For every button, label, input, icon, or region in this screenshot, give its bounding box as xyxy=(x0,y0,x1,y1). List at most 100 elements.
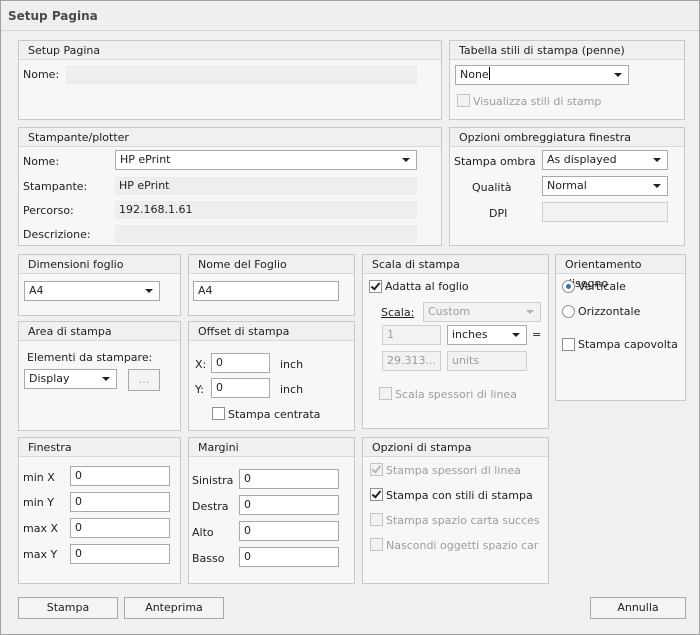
max-x-label: max X xyxy=(23,522,58,535)
plot-area-panel: Area di stampa Elementi da stampare: Dis… xyxy=(18,321,181,431)
orientation-panel: Orientamento disegno Verticale Orizzonta… xyxy=(555,254,686,401)
pen-table-title: Tabella stili di stampa (penne) xyxy=(450,41,684,60)
margin-right-label: Destra xyxy=(192,500,229,513)
window-title: Setup Pagina xyxy=(8,9,98,23)
plot-lineweights-checkbox[interactable] xyxy=(370,463,383,476)
setup-name-field[interactable] xyxy=(66,66,417,84)
min-x-input[interactable]: 0 xyxy=(70,466,170,486)
plot-area-value: Display xyxy=(29,372,70,385)
chevron-down-icon xyxy=(402,158,410,162)
chevron-down-icon xyxy=(614,73,622,77)
plot-paperspace-last-checkbox[interactable] xyxy=(370,513,383,526)
plot-lineweights-label: Stampa spessori di linea xyxy=(386,464,521,477)
plot-scale-panel: Scala di stampa Adatta al foglio Scala: … xyxy=(362,254,549,429)
preview-button[interactable]: Anteprima xyxy=(124,597,224,619)
chevron-down-icon xyxy=(145,289,153,293)
sheet-name-title: Nome del Foglio xyxy=(189,255,354,274)
margin-top-label: Alto xyxy=(192,526,214,539)
plot-area-title: Area di stampa xyxy=(19,322,180,341)
setup-panel: Setup Pagina Nome: xyxy=(18,40,442,120)
chevron-down-icon xyxy=(653,184,661,188)
paper-size-panel: Dimensioni foglio A4 xyxy=(18,254,181,316)
hide-paperspace-objects-label: Nascondi oggetti spazio car xyxy=(386,539,539,552)
min-y-input[interactable]: 0 xyxy=(70,492,170,512)
scale-lineweights-checkbox[interactable] xyxy=(379,387,392,400)
title-bar: Setup Pagina xyxy=(1,1,699,31)
path-value: 192.168.1.61 xyxy=(115,201,417,219)
window-panel-title: Finestra xyxy=(19,438,180,457)
landscape-label: Orizzontale xyxy=(578,305,641,318)
offset-y-label: Y: xyxy=(195,383,204,396)
pen-table-select[interactable]: None xyxy=(455,65,629,85)
shade-plot-select[interactable]: As displayed xyxy=(542,150,668,170)
chevron-down-icon xyxy=(653,158,661,162)
margin-right-input[interactable]: 0 xyxy=(239,495,339,515)
fit-to-paper-checkbox[interactable] xyxy=(369,280,382,293)
shade-options-panel: Opzioni ombreggiatura finestra Stampa om… xyxy=(449,127,685,246)
plot-offset-title: Offset di stampa xyxy=(189,322,354,341)
pen-table-panel: Tabella stili di stampa (penne) None Vis… xyxy=(449,40,685,120)
offset-y-input[interactable]: 0 xyxy=(211,378,270,398)
plot-upside-down-checkbox[interactable] xyxy=(562,338,575,351)
margin-left-input[interactable]: 0 xyxy=(239,469,339,489)
scale-unit-select[interactable]: inches xyxy=(447,325,527,345)
view-pen-styles-checkbox[interactable] xyxy=(457,94,470,107)
chevron-down-icon xyxy=(526,310,534,314)
max-x-input[interactable]: 0 xyxy=(70,518,170,538)
plot-with-styles-checkbox[interactable] xyxy=(370,488,383,501)
cancel-button[interactable]: Annulla xyxy=(590,597,686,619)
plot-with-styles-label: Stampa con stili di stampa xyxy=(386,489,533,502)
check-icon xyxy=(370,280,381,291)
margin-top-input[interactable]: 0 xyxy=(239,521,339,541)
path-label: Percorso: xyxy=(23,204,74,217)
printer-name-value: HP ePrint xyxy=(120,153,171,166)
paper-size-title: Dimensioni foglio xyxy=(19,255,180,274)
sheet-name-input[interactable]: A4 xyxy=(193,281,339,301)
setup-panel-title: Setup Pagina xyxy=(19,41,441,60)
scale-denominator-input[interactable]: 29.313... xyxy=(382,351,441,371)
plot-elements-label: Elementi da stampare: xyxy=(27,351,153,364)
window-panel: Finestra min X 0 min Y 0 max X 0 max Y 0 xyxy=(18,437,181,584)
plot-upside-down-label: Stampa capovolta xyxy=(578,338,678,351)
offset-x-input[interactable]: 0 xyxy=(211,353,270,373)
landscape-radio[interactable] xyxy=(562,305,575,318)
plot-area-select[interactable]: Display xyxy=(24,369,117,389)
description-label: Descrizione: xyxy=(23,228,91,241)
margins-panel: Margini Sinistra 0 Destra 0 Alto 0 Basso… xyxy=(188,437,355,584)
paper-size-select[interactable]: A4 xyxy=(24,281,160,301)
max-y-input[interactable]: 0 xyxy=(70,544,170,564)
offset-x-label: X: xyxy=(195,358,207,371)
equals-sign: = xyxy=(532,328,542,341)
quality-select[interactable]: Normal xyxy=(542,176,668,196)
plot-paperspace-last-label: Stampa spazio carta succes xyxy=(386,514,540,527)
printer-name-label: Nome: xyxy=(23,155,60,168)
center-plot-checkbox[interactable] xyxy=(212,407,225,420)
quality-label: Qualità xyxy=(472,181,512,194)
window-pick-button[interactable]: ... xyxy=(128,369,160,391)
radio-dot xyxy=(566,284,571,289)
scale-label: Scala: xyxy=(381,306,415,319)
dpi-field[interactable] xyxy=(542,202,668,222)
chevron-down-icon xyxy=(512,333,520,337)
shade-plot-label: Stampa ombra xyxy=(454,155,536,168)
print-button[interactable]: Stampa xyxy=(18,597,118,619)
view-pen-styles-label: Visualizza stili di stamp xyxy=(473,95,602,108)
portrait-radio[interactable] xyxy=(562,280,575,293)
scale-select[interactable]: Custom xyxy=(423,302,541,322)
plot-scale-title: Scala di stampa xyxy=(363,255,548,274)
scale-unit-value: inches xyxy=(452,328,488,341)
scale-units-field[interactable]: units xyxy=(447,351,527,371)
printer-label: Stampante: xyxy=(23,180,88,193)
margin-bottom-input[interactable]: 0 xyxy=(239,547,339,567)
check-icon xyxy=(371,463,382,474)
printer-name-select[interactable]: HP ePrint xyxy=(115,150,417,170)
shade-options-title: Opzioni ombreggiatura finestra xyxy=(450,128,684,147)
hide-paperspace-objects-checkbox[interactable] xyxy=(370,538,383,551)
min-x-label: min X xyxy=(23,471,55,484)
orientation-title: Orientamento disegno xyxy=(556,255,685,290)
scale-numerator-input[interactable]: 1 xyxy=(382,325,441,345)
check-icon xyxy=(371,488,382,499)
plot-options-panel: Opzioni di stampa Stampa spessori di lin… xyxy=(362,437,549,584)
shade-plot-value: As displayed xyxy=(547,153,617,166)
pen-table-value: None xyxy=(460,68,489,81)
